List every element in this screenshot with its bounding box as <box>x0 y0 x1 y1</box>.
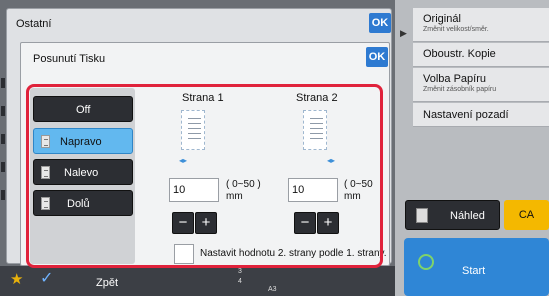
checkmark-icon[interactable]: ✓ <box>40 270 53 288</box>
back-button[interactable]: Zpět <box>72 270 142 294</box>
preview-button[interactable]: Náhled <box>405 200 500 230</box>
preview-icon <box>416 208 428 223</box>
menu-item-title: Nastavení pozadí <box>423 109 509 121</box>
expand-arrow-icon[interactable]: ▶ <box>400 28 408 38</box>
highlight-frame <box>26 84 383 268</box>
menu-item-subtitle: Změnit velikost/směr. <box>423 26 489 33</box>
star-icon[interactable]: ★ <box>10 272 23 288</box>
menu-item-paper-select[interactable]: Volba Papíru Změnit zásobník papíru <box>413 68 549 102</box>
start-icon <box>418 254 434 270</box>
menu-item-title: Volba Papíru <box>423 73 486 85</box>
dialog-title: Posunutí Tisku <box>33 53 106 65</box>
bottom-bar <box>0 266 395 296</box>
other-ok-button[interactable]: OK <box>369 13 391 33</box>
start-button[interactable]: Start <box>404 238 549 296</box>
mini-status: 3 4 A3 <box>238 268 277 293</box>
dialog-title: Ostatní <box>16 18 52 30</box>
menu-item-title: Oboustr. Kopie <box>423 48 496 60</box>
menu-item-background[interactable]: Nastavení pozadí <box>413 103 549 127</box>
menu-item-subtitle: Změnit zásobník papíru <box>423 86 497 93</box>
preview-label: Náhled <box>450 210 485 222</box>
print-shift-ok-button[interactable]: OK <box>366 47 388 67</box>
menu-item-original[interactable]: Originál Změnit velikost/směr. <box>413 8 549 42</box>
start-label: Start <box>462 265 486 277</box>
menu-item-duplex[interactable]: Oboustr. Kopie <box>413 43 549 67</box>
menu-item-title: Originál <box>423 13 461 25</box>
clear-all-button[interactable]: CA <box>504 200 549 230</box>
left-edge-tabs <box>0 60 6 260</box>
